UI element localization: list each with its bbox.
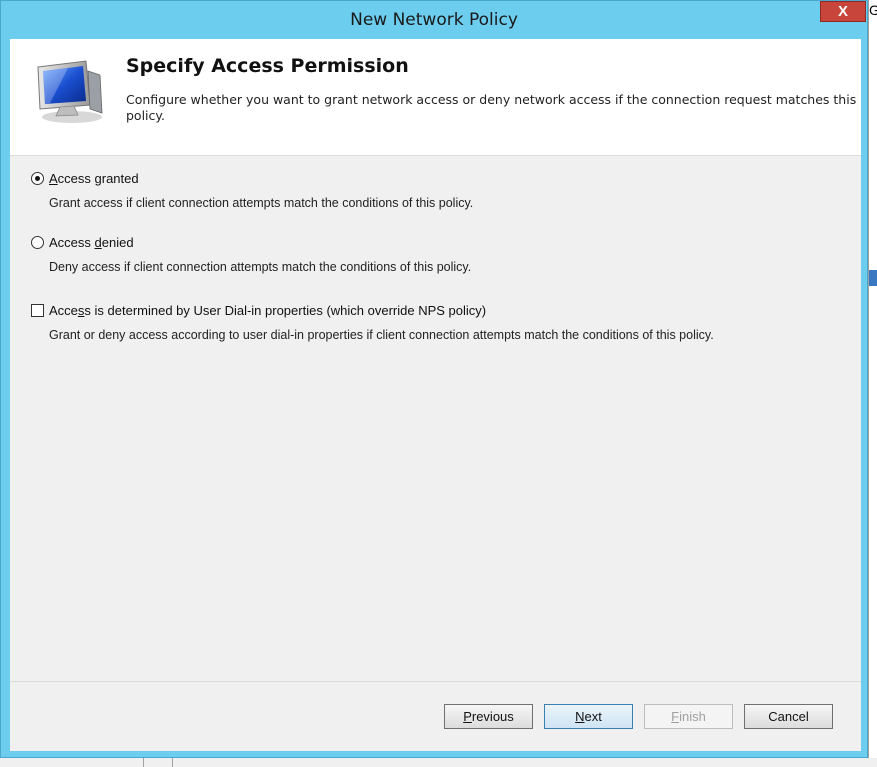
close-icon: X <box>837 3 848 20</box>
access-granted-description: Grant access if client connection attemp… <box>49 196 474 210</box>
divider <box>10 155 861 156</box>
background-divider <box>172 758 173 767</box>
access-granted-label: Access granted <box>49 171 139 186</box>
access-granted-radio[interactable]: Access granted <box>31 171 139 186</box>
titlebar[interactable]: New Network Policy X <box>1 1 867 39</box>
previous-button[interactable]: Previous <box>444 704 533 729</box>
close-button[interactable]: X <box>820 1 866 22</box>
background-divider <box>143 758 144 767</box>
divider <box>10 681 861 682</box>
page-description: Configure whether you want to grant netw… <box>126 92 857 123</box>
background-selection <box>869 270 877 286</box>
monitor-network-icon <box>37 60 103 123</box>
radio-unselected-icon[interactable] <box>31 236 44 249</box>
background-statusbar <box>0 758 877 767</box>
access-denied-label: Access denied <box>49 235 134 250</box>
dial-in-description: Grant or deny access according to user d… <box>49 328 714 342</box>
dial-in-checkbox[interactable]: Access is determined by User Dial-in pro… <box>31 303 486 318</box>
radio-selected-icon[interactable] <box>31 172 44 185</box>
next-button[interactable]: Next <box>544 704 633 729</box>
finish-button[interactable]: Finish <box>644 704 733 729</box>
checkbox-icon[interactable] <box>31 304 44 317</box>
wizard-header: Specify Access Permission Configure whet… <box>10 39 861 155</box>
dial-in-label: Access is determined by User Dial-in pro… <box>49 303 487 318</box>
window-title: New Network Policy <box>350 10 518 30</box>
cancel-button[interactable]: Cancel <box>744 704 833 729</box>
background-panel <box>868 0 877 767</box>
access-denied-radio[interactable]: Access denied <box>31 235 134 250</box>
page-title: Specify Access Permission <box>126 55 409 77</box>
new-network-policy-dialog: New Network Policy X Specify Access Perm… <box>0 0 868 758</box>
dialog-client-area: Specify Access Permission Configure whet… <box>10 39 861 751</box>
background-text: G <box>869 2 877 18</box>
access-denied-description: Deny access if client connection attempt… <box>49 260 472 274</box>
